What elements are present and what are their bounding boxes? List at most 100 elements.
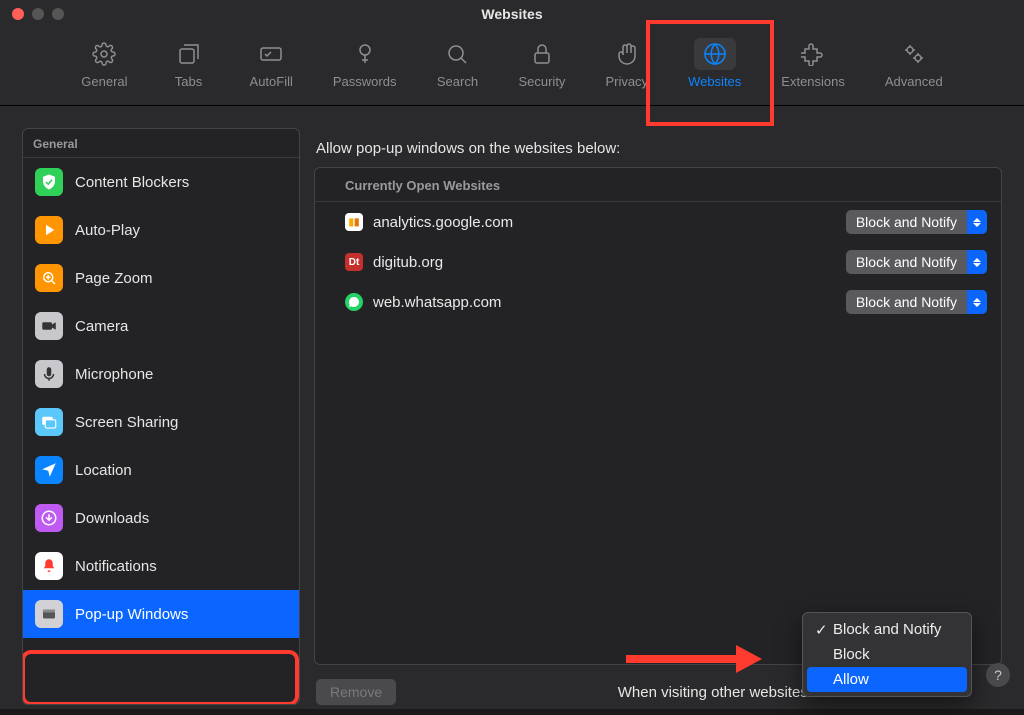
minimize-window-button[interactable] [32, 8, 44, 20]
window-title: Websites [481, 6, 542, 22]
zoom-icon [35, 264, 63, 292]
sidebar-item-popup-windows[interactable]: Pop-up Windows [23, 590, 299, 638]
help-button[interactable]: ? [986, 663, 1010, 687]
select-label: Block and Notify [846, 294, 967, 310]
search-icon [436, 38, 478, 70]
site-setting-select[interactable]: Block and Notify [846, 290, 987, 314]
chevron-updown-icon [967, 250, 987, 274]
site-row[interactable]: ▮▮ analytics.google.com Block and Notify [315, 202, 1001, 242]
tab-privacy[interactable]: Privacy [597, 34, 656, 93]
tab-advanced[interactable]: Advanced [877, 34, 951, 93]
tab-passwords[interactable]: Passwords [325, 34, 405, 93]
toolbar-label: Websites [688, 74, 741, 89]
sidebar-header: General [23, 129, 299, 158]
gears-icon [893, 38, 935, 70]
site-setting-select[interactable]: Block and Notify [846, 210, 987, 234]
toolbar: General Tabs AutoFill Passwords Search [0, 28, 1024, 106]
sidebar-item-camera[interactable]: Camera [23, 302, 299, 350]
toolbar-label: Search [437, 74, 478, 89]
sidebar-item-label: Content Blockers [75, 174, 189, 191]
key-icon [344, 38, 386, 70]
close-window-button[interactable] [12, 8, 24, 20]
toolbar-label: Privacy [605, 74, 648, 89]
sidebar-item-downloads[interactable]: Downloads [23, 494, 299, 542]
main-heading: Allow pop-up windows on the websites bel… [314, 128, 1002, 167]
sidebar-item-label: Screen Sharing [75, 414, 178, 431]
microphone-icon [35, 360, 63, 388]
other-websites-dropdown[interactable]: Block and Notify Block Allow [802, 612, 972, 697]
tab-extensions[interactable]: Extensions [773, 34, 853, 93]
globe-icon [694, 38, 736, 70]
toolbar-label: Advanced [885, 74, 943, 89]
site-setting-select[interactable]: Block and Notify [846, 250, 987, 274]
select-label: Block and Notify [846, 214, 967, 230]
sidebar-item-notifications[interactable]: Notifications [23, 542, 299, 590]
dropdown-item-allow[interactable]: Allow [807, 667, 967, 692]
sidebar-item-content-blockers[interactable]: Content Blockers [23, 158, 299, 206]
annotation-arrow [626, 645, 762, 673]
sidebar-item-label: Notifications [75, 558, 157, 575]
toolbar-label: Security [518, 74, 565, 89]
sidebar-item-label: Microphone [75, 366, 153, 383]
section-header: Currently Open Websites [315, 168, 1001, 202]
preferences-window: Websites General Tabs AutoFill Passwords [0, 0, 1024, 709]
annotation-highlight [22, 650, 299, 705]
titlebar: Websites [0, 0, 1024, 28]
dropdown-item-block[interactable]: Block [807, 642, 967, 667]
camera-icon [35, 312, 63, 340]
other-websites-label: When visiting other websites: [408, 684, 818, 701]
tab-tabs[interactable]: Tabs [160, 34, 218, 93]
window-icon [35, 600, 63, 628]
tab-general[interactable]: General [73, 34, 135, 93]
sidebar-item-label: Auto-Play [75, 222, 140, 239]
tab-search[interactable]: Search [428, 34, 486, 93]
sidebar-item-label: Downloads [75, 510, 149, 527]
toolbar-label: General [81, 74, 127, 89]
favicon: Dt [345, 253, 363, 271]
favicon: ▮▮ [345, 213, 363, 231]
favicon [345, 293, 363, 311]
toolbar-label: AutoFill [250, 74, 293, 89]
puzzle-icon [792, 38, 834, 70]
gear-icon [83, 38, 125, 70]
sidebar: General Content Blockers Auto-Play Page … [22, 128, 300, 705]
tabs-icon [168, 38, 210, 70]
site-row[interactable]: web.whatsapp.com Block and Notify [315, 282, 1001, 322]
lock-icon [521, 38, 563, 70]
location-icon [35, 456, 63, 484]
tab-autofill[interactable]: AutoFill [242, 34, 301, 93]
download-icon [35, 504, 63, 532]
traffic-lights [12, 8, 64, 20]
site-name: web.whatsapp.com [373, 294, 846, 311]
sidebar-item-location[interactable]: Location [23, 446, 299, 494]
tab-websites[interactable]: Websites [680, 34, 749, 93]
toolbar-label: Extensions [781, 74, 845, 89]
site-name: analytics.google.com [373, 214, 846, 231]
sidebar-item-label: Page Zoom [75, 270, 153, 287]
chevron-updown-icon [967, 210, 987, 234]
bell-icon [35, 552, 63, 580]
site-name: digitub.org [373, 254, 846, 271]
sidebar-item-auto-play[interactable]: Auto-Play [23, 206, 299, 254]
hand-icon [606, 38, 648, 70]
sidebar-item-microphone[interactable]: Microphone [23, 350, 299, 398]
site-row[interactable]: Dt digitub.org Block and Notify [315, 242, 1001, 282]
tab-security[interactable]: Security [510, 34, 573, 93]
shield-check-icon [35, 168, 63, 196]
select-label: Block and Notify [846, 254, 967, 270]
toolbar-label: Passwords [333, 74, 397, 89]
zoom-window-button[interactable] [52, 8, 64, 20]
dropdown-item-block-notify[interactable]: Block and Notify [807, 617, 967, 642]
sidebar-item-label: Camera [75, 318, 128, 335]
sidebar-item-label: Location [75, 462, 132, 479]
sidebar-item-page-zoom[interactable]: Page Zoom [23, 254, 299, 302]
toolbar-label: Tabs [175, 74, 202, 89]
play-icon [35, 216, 63, 244]
sidebar-item-screen-sharing[interactable]: Screen Sharing [23, 398, 299, 446]
website-list: Currently Open Websites ▮▮ analytics.goo… [314, 167, 1002, 665]
pencil-icon [250, 38, 292, 70]
screen-icon [35, 408, 63, 436]
sidebar-item-label: Pop-up Windows [75, 606, 188, 623]
remove-button[interactable]: Remove [316, 679, 396, 705]
chevron-updown-icon [967, 290, 987, 314]
